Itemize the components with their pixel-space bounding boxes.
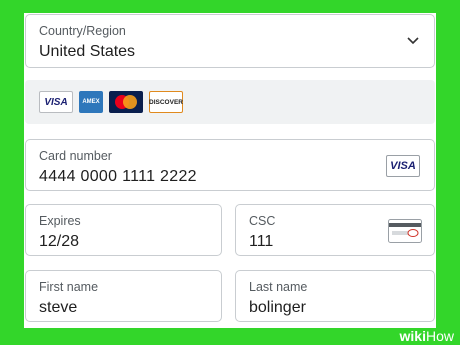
- last-name-value: bolinger: [249, 299, 306, 316]
- csc-value: 111: [249, 233, 274, 250]
- country-region-select[interactable]: Country/Region United States: [25, 14, 435, 68]
- wikihow-watermark: wikiHow: [399, 328, 454, 344]
- country-label: Country/Region: [39, 24, 126, 38]
- expires-field[interactable]: Expires 12/28: [25, 204, 222, 256]
- card-number-field[interactable]: Card number 4444 0000 1111 2222 VISA: [25, 139, 435, 191]
- mastercard-circles: [115, 95, 137, 109]
- csc-label: CSC: [249, 214, 276, 228]
- amex-icon: AMEX: [79, 91, 103, 113]
- chevron-down-icon: [407, 37, 419, 45]
- visa-icon: VISA: [386, 155, 420, 177]
- card-number-value: 4444 0000 1111 2222: [39, 168, 197, 185]
- last-name-label: Last name: [249, 280, 308, 294]
- last-name-field[interactable]: Last name bolinger: [235, 270, 435, 322]
- discover-icon: DISCOVER: [149, 91, 183, 113]
- expires-value: 12/28: [39, 233, 80, 250]
- first-name-value: steve: [39, 299, 78, 316]
- card-number-label: Card number: [39, 149, 112, 163]
- mastercard-icon: [109, 91, 143, 113]
- first-name-label: First name: [39, 280, 99, 294]
- accepted-cards-strip: VISA AMEX DISCOVER: [25, 80, 435, 124]
- country-value: United States: [39, 43, 136, 60]
- card-back-csc-icon: [388, 219, 422, 243]
- expires-label: Expires: [39, 214, 81, 228]
- csc-field[interactable]: CSC 111: [235, 204, 435, 256]
- first-name-field[interactable]: First name steve: [25, 270, 222, 322]
- visa-icon: VISA: [39, 91, 73, 113]
